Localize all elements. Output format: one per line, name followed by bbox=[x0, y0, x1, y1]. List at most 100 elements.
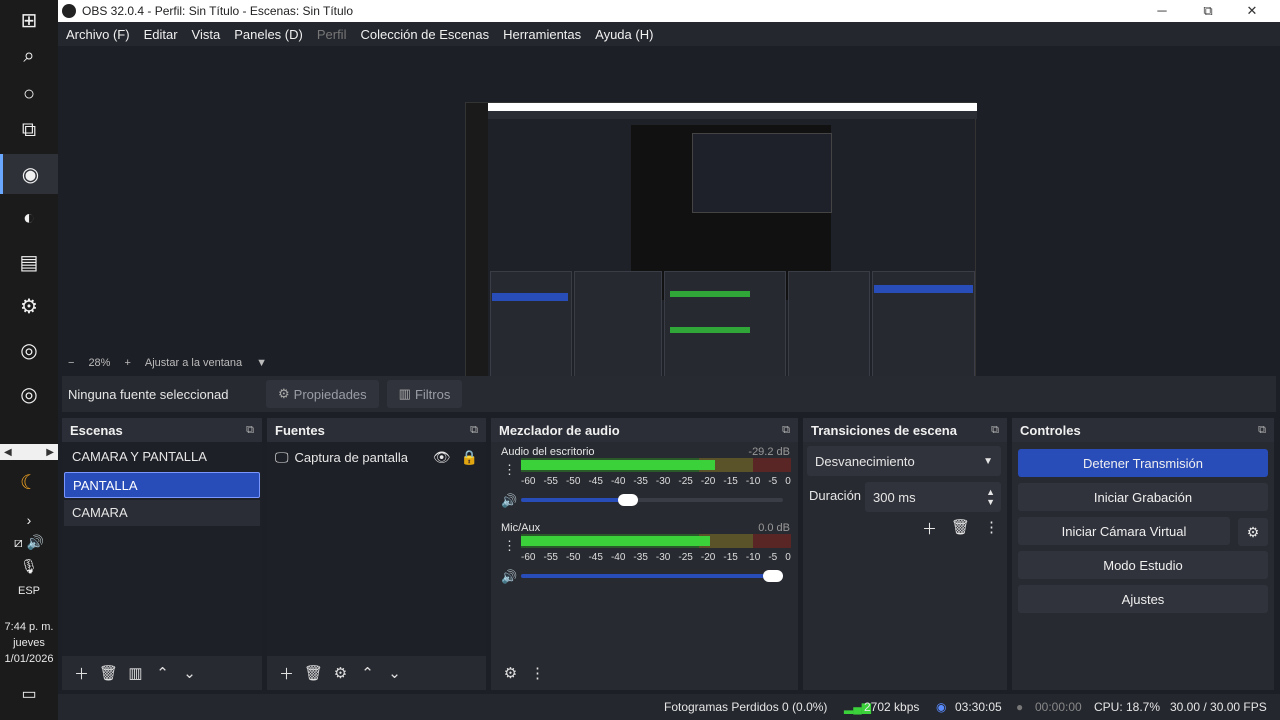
slider-knob[interactable] bbox=[763, 570, 783, 582]
scroll-right-icon[interactable]: ▶ bbox=[46, 447, 54, 458]
list-item[interactable]: 🖵 Captura de pantalla 👁 🔒 bbox=[267, 444, 486, 470]
scene-item[interactable]: PANTALLA bbox=[64, 472, 260, 498]
undock-icon[interactable]: ⧉ bbox=[246, 424, 254, 437]
move-down-icon[interactable]: ⌄ bbox=[176, 664, 203, 682]
window-title: OBS 32.0.4 - Perfil: Sin Título - Escena… bbox=[82, 4, 354, 18]
minimize-button[interactable]: ─ bbox=[1140, 0, 1184, 22]
track-menu-icon[interactable]: ⋮ bbox=[503, 538, 516, 554]
virtual-camera-gear-icon[interactable]: ⚙ bbox=[1238, 518, 1268, 546]
menu-archivo[interactable]: Archivo (F) bbox=[66, 27, 130, 42]
windows-taskbar: ⊞ ⌕ ○ ⧉ ◉ ◐ ▤ ⚙ ◎ ◎ ◀ ▶ ☾ › ⧄ 🔊 🎙 ESP 7:4… bbox=[0, 0, 58, 720]
duration-stepper[interactable]: ▲ ▼ bbox=[986, 487, 995, 507]
speaker-icon[interactable]: 🔊 bbox=[501, 493, 517, 509]
zoom-dropdown-icon[interactable]: ▼ bbox=[256, 357, 267, 369]
audio-mixer-dock: Mezclador de audio ⧉ Audio del escritorio… bbox=[491, 418, 798, 690]
task-view-icon[interactable]: ⧉ bbox=[0, 110, 58, 150]
remove-source-icon[interactable]: 🗑 bbox=[300, 664, 327, 682]
menu-herramientas[interactable]: Herramientas bbox=[503, 27, 581, 42]
visibility-eye-icon[interactable]: 👁 bbox=[433, 449, 451, 466]
weather-moon-icon[interactable]: ☾ bbox=[0, 462, 58, 502]
settings-icon[interactable]: ⚙ bbox=[0, 286, 58, 326]
menu-bar: Archivo (F) Editar Vista Paneles (D) Per… bbox=[58, 22, 1280, 46]
scene-item[interactable]: CAMARA Y PANTALLA bbox=[64, 444, 260, 470]
add-scene-icon[interactable]: ＋ bbox=[68, 663, 95, 684]
meter-level bbox=[521, 460, 715, 470]
notifications-icon[interactable]: ▭ bbox=[0, 674, 58, 714]
move-down-icon[interactable]: ⌄ bbox=[381, 664, 408, 682]
zoom-fit-label[interactable]: Ajustar a la ventana bbox=[145, 357, 242, 369]
meter-tick-label: -40 bbox=[610, 552, 626, 563]
add-transition-icon[interactable]: ＋ bbox=[922, 518, 937, 539]
gear-icon: ⚙ bbox=[278, 386, 290, 401]
volume-slider[interactable] bbox=[521, 494, 783, 506]
edge-icon[interactable]: ◐ bbox=[0, 198, 58, 238]
undock-icon[interactable]: ⧉ bbox=[782, 424, 790, 437]
transition-menu-icon[interactable]: ⋮ bbox=[984, 518, 999, 539]
scene-item[interactable]: CAMARA bbox=[64, 500, 260, 526]
volume-slider[interactable] bbox=[521, 570, 783, 582]
source-properties-gear-icon[interactable]: ⚙ bbox=[327, 664, 354, 682]
clock-time[interactable]: 7:44 p. m. bbox=[0, 620, 58, 635]
windows-start-icon[interactable]: ⊞ bbox=[0, 0, 58, 40]
taskbar-scroller[interactable]: ◀ ▶ bbox=[0, 444, 58, 460]
controls-dock-header: Controles ⧉ bbox=[1012, 418, 1274, 442]
record-time: 00:00:00 bbox=[1035, 700, 1082, 714]
duration-input[interactable]: 300 ms ▲ ▼ bbox=[865, 482, 1001, 512]
filters-button[interactable]: ▥ Filtros bbox=[386, 380, 463, 408]
mixer-menu-icon[interactable]: ⋮ bbox=[524, 664, 551, 682]
undock-icon[interactable]: ⧉ bbox=[470, 424, 478, 437]
menu-coleccion-escenas[interactable]: Colección de Escenas bbox=[360, 27, 489, 42]
scenes-list[interactable]: CAMARA Y PANTALLA PANTALLA CAMARA bbox=[62, 442, 262, 656]
undock-icon[interactable]: ⧉ bbox=[1258, 424, 1266, 437]
stop-streaming-button[interactable]: Detener Transmisión bbox=[1018, 449, 1268, 477]
scenes-toolbar: ＋ 🗑 ▥ ⌃ ⌄ bbox=[62, 656, 262, 690]
move-up-icon[interactable]: ⌃ bbox=[149, 664, 176, 682]
menu-paneles[interactable]: Paneles (D) bbox=[234, 27, 303, 42]
slider-knob[interactable] bbox=[618, 494, 638, 506]
remove-transition-icon[interactable]: 🗑 bbox=[951, 518, 970, 539]
transition-select[interactable]: Desvanecimiento ▼ bbox=[807, 446, 1001, 476]
sources-title: Fuentes bbox=[275, 422, 325, 438]
meter-tick-label: -40 bbox=[610, 476, 626, 487]
add-source-icon[interactable]: ＋ bbox=[273, 663, 300, 684]
scroll-left-icon[interactable]: ◀ bbox=[4, 447, 12, 458]
speaker-icon[interactable]: 🔊 bbox=[501, 569, 517, 585]
sources-list[interactable]: 🖵 Captura de pantalla 👁 🔒 bbox=[267, 442, 486, 656]
mixer-tracks: Audio del escritorio -29.2 dB ⋮ -60 -55 -50 -4… bbox=[491, 442, 798, 656]
start-recording-button[interactable]: Iniciar Grabación bbox=[1018, 483, 1268, 511]
advanced-audio-gear-icon[interactable]: ⚙ bbox=[497, 664, 524, 682]
cortana-icon[interactable]: ○ bbox=[0, 74, 58, 114]
meter-ticks: -60 -55 -50 -45 -40 -35 -30 -25 -20 -15 -10 -5 0 bbox=[521, 476, 791, 487]
meter-tick-label: -60 bbox=[521, 552, 536, 563]
menu-ayuda[interactable]: Ayuda (H) bbox=[595, 27, 653, 42]
mixer-track: Mic/Aux 0.0 dB ⋮ -60 -55 -50 -45 -40 -35 -30 -25 -2… bbox=[495, 522, 792, 594]
meter-tick-label: -5 bbox=[768, 476, 778, 487]
zoom-out-button[interactable]: − bbox=[68, 357, 74, 369]
scenes-dock: Escenas ⧉ CAMARA Y PANTALLA PANTALLA CAMARA… bbox=[62, 418, 262, 690]
track-menu-icon[interactable]: ⋮ bbox=[503, 462, 516, 478]
maximize-button[interactable]: ⧉ bbox=[1186, 0, 1230, 22]
language-indicator[interactable]: ESP bbox=[0, 584, 58, 599]
chrome-profile-icon[interactable]: ◎ bbox=[0, 374, 58, 414]
preview-canvas[interactable] bbox=[62, 46, 1256, 392]
close-button[interactable]: ✕ bbox=[1230, 0, 1274, 22]
zoom-in-button[interactable]: + bbox=[124, 357, 130, 369]
remove-scene-icon[interactable]: 🗑 bbox=[95, 664, 122, 682]
menu-editar[interactable]: Editar bbox=[144, 27, 178, 42]
microphone-icon[interactable]: 🎙 bbox=[0, 546, 58, 586]
studio-mode-button[interactable]: Modo Estudio bbox=[1018, 551, 1268, 579]
search-icon[interactable]: ⌕ bbox=[0, 36, 58, 76]
obs-taskbar-icon[interactable]: ◉ bbox=[0, 154, 58, 194]
chrome-icon[interactable]: ◎ bbox=[0, 330, 58, 370]
duration-value: 300 ms bbox=[873, 489, 916, 505]
settings-button[interactable]: Ajustes bbox=[1018, 585, 1268, 613]
file-explorer-icon[interactable]: ▤ bbox=[0, 242, 58, 282]
scene-filters-icon[interactable]: ▥ bbox=[122, 664, 149, 682]
move-up-icon[interactable]: ⌃ bbox=[354, 664, 381, 682]
start-virtual-camera-button[interactable]: Iniciar Cámara Virtual bbox=[1018, 517, 1230, 545]
menu-perfil[interactable]: Perfil bbox=[317, 27, 347, 42]
undock-icon[interactable]: ⧉ bbox=[991, 424, 999, 437]
properties-button[interactable]: ⚙ Propiedades bbox=[266, 380, 379, 408]
menu-vista[interactable]: Vista bbox=[192, 27, 221, 42]
lock-icon[interactable]: 🔒 bbox=[461, 449, 478, 466]
